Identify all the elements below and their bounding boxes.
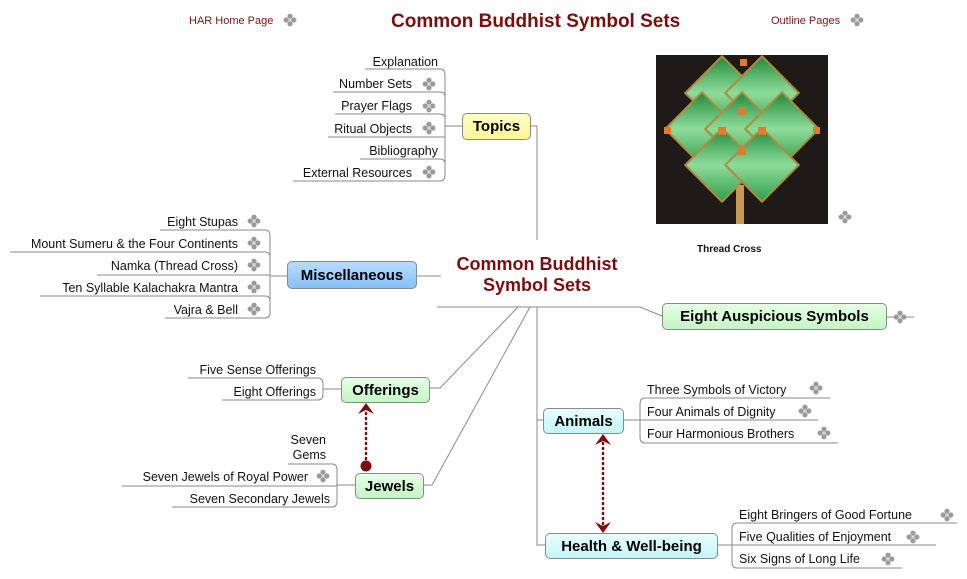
har-home-page-link[interactable]: HAR Home Page xyxy=(189,15,273,27)
leaf-ritual-objects[interactable]: Ritual Objects xyxy=(334,122,412,137)
hyperlink-icon[interactable] xyxy=(422,99,436,113)
thread-cross-image xyxy=(656,55,828,224)
leaf-eight-bringers-good-fortune[interactable]: Eight Bringers of Good Fortune xyxy=(739,508,912,523)
leaf-seven-gems-line1: Seven xyxy=(290,433,326,447)
leaf-seven-secondary-jewels[interactable]: Seven Secondary Jewels xyxy=(190,492,330,507)
hyperlink-icon[interactable] xyxy=(316,469,330,483)
page-title: Common Buddhist Symbol Sets xyxy=(391,11,681,32)
hyperlink-icon[interactable] xyxy=(247,214,261,228)
central-topic[interactable]: Common Buddhist Symbol Sets xyxy=(437,254,637,296)
connector-central-jewels xyxy=(424,306,531,486)
hyperlink-icon[interactable] xyxy=(247,302,261,316)
hyperlink-icon[interactable] xyxy=(798,404,812,418)
connector-central-top xyxy=(530,125,538,240)
leaf-number-sets[interactable]: Number Sets xyxy=(339,77,412,92)
hyperlink-icon[interactable] xyxy=(838,210,852,224)
animals-node[interactable]: Animals xyxy=(543,408,624,434)
topics-node[interactable]: Topics xyxy=(462,113,531,140)
hyperlink-icon[interactable] xyxy=(422,77,436,91)
leaf-explanation[interactable]: Explanation xyxy=(373,55,438,70)
hyperlink-icon[interactable] xyxy=(906,530,920,544)
leaf-prayer-flags[interactable]: Prayer Flags xyxy=(341,99,412,114)
leaf-four-harmonious-brothers[interactable]: Four Harmonious Brothers xyxy=(647,427,794,442)
leaf-five-sense-offerings[interactable]: Five Sense Offerings xyxy=(200,363,317,378)
hyperlink-icon[interactable] xyxy=(850,13,864,27)
offerings-node[interactable]: Offerings xyxy=(341,377,430,403)
miscellaneous-node[interactable]: Miscellaneous xyxy=(287,261,417,289)
leaf-external-resources[interactable]: External Resources xyxy=(303,166,412,181)
connector-central-animals xyxy=(536,307,543,421)
outline-pages-link[interactable]: Outline Pages xyxy=(771,15,840,27)
leaf-six-signs-long-life[interactable]: Six Signs of Long Life xyxy=(739,552,860,567)
eight-auspicious-symbols-node[interactable]: Eight Auspicious Symbols xyxy=(662,303,887,330)
hyperlink-icon[interactable] xyxy=(881,552,895,566)
hyperlink-icon[interactable] xyxy=(940,508,954,522)
leaf-seven-jewels-royal-power[interactable]: Seven Jewels of Royal Power xyxy=(143,470,308,485)
hyperlink-icon[interactable] xyxy=(247,258,261,272)
hyperlink-icon[interactable] xyxy=(422,165,436,179)
hyperlink-icon[interactable] xyxy=(893,310,907,324)
leaf-vajra-bell[interactable]: Vajra & Bell xyxy=(174,303,238,318)
leaf-seven-gems-line2: Gems xyxy=(292,448,326,462)
connector-central-health xyxy=(536,420,545,546)
hyperlink-icon[interactable] xyxy=(247,280,261,294)
leaf-seven-gems[interactable]: Seven Gems xyxy=(291,433,326,463)
image-caption: Thread Cross xyxy=(697,244,762,255)
leaf-kalachakra-mantra[interactable]: Ten Syllable Kalachakra Mantra xyxy=(62,281,238,296)
health-well-being-node[interactable]: Health & Well-being xyxy=(545,533,718,559)
leaf-eight-offerings[interactable]: Eight Offerings xyxy=(234,385,316,400)
leaf-three-symbols-victory[interactable]: Three Symbols of Victory xyxy=(647,383,786,398)
central-topic-line1: Common Buddhist xyxy=(456,254,618,274)
connector-central-offerings xyxy=(430,306,519,389)
leaf-namka[interactable]: Namka (Thread Cross) xyxy=(111,259,238,274)
central-topic-line2: Symbol Sets xyxy=(482,275,592,295)
hyperlink-icon[interactable] xyxy=(422,121,436,135)
hyperlink-icon[interactable] xyxy=(817,426,831,440)
leaf-four-animals-dignity[interactable]: Four Animals of Dignity xyxy=(647,405,776,420)
jewels-node[interactable]: Jewels xyxy=(355,473,424,499)
hyperlink-icon[interactable] xyxy=(809,381,823,395)
connector-central-hline xyxy=(437,306,663,317)
relationship-start-dot xyxy=(360,460,372,472)
hyperlink-icon[interactable] xyxy=(283,13,297,27)
leaf-bibliography[interactable]: Bibliography xyxy=(369,144,438,159)
leaf-five-qualities-enjoyment[interactable]: Five Qualities of Enjoyment xyxy=(739,530,891,545)
hyperlink-icon[interactable] xyxy=(247,236,261,250)
thread-cross-graphic xyxy=(656,55,828,224)
leaf-eight-stupas[interactable]: Eight Stupas xyxy=(167,215,238,230)
leaf-mount-sumeru[interactable]: Mount Sumeru & the Four Continents xyxy=(31,237,238,252)
